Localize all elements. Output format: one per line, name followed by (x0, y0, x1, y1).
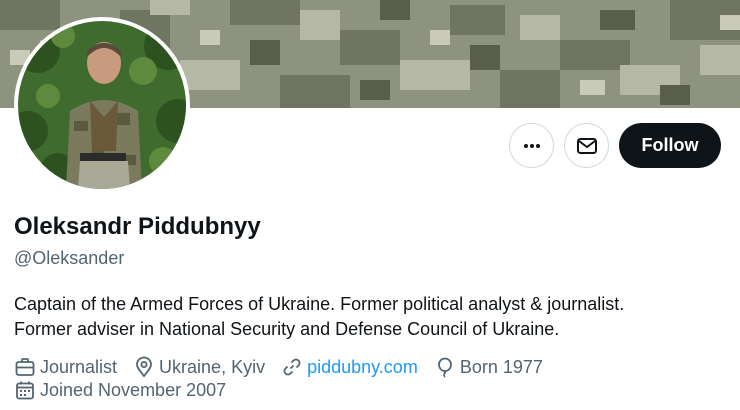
follow-button[interactable]: Follow (619, 123, 721, 168)
joined-item: Joined November 2007 (14, 379, 226, 401)
calendar-icon (16, 381, 34, 400)
location-text: Ukraine, Kyiv (159, 356, 266, 377)
profile-joined-row: Joined November 2007 (14, 379, 242, 401)
website-item: piddubny.com (281, 356, 418, 378)
profile-meta-row: Journalist Ukraine, Kyiv piddubny.com Bo… (14, 356, 559, 378)
profile-handle: @Oleksander (14, 248, 125, 268)
more-horizontal-icon (523, 143, 540, 148)
bio-line-2: Former adviser in National Security and … (14, 319, 560, 339)
website-link[interactable]: piddubny.com (307, 357, 418, 378)
profile-bio: Captain of the Armed Forces of Ukraine. … (14, 292, 714, 342)
profession-item: Journalist (14, 356, 117, 378)
avatar-frame[interactable] (14, 17, 190, 193)
more-options-button[interactable] (509, 123, 554, 168)
balloon-icon (437, 357, 452, 378)
profession-text: Journalist (40, 356, 118, 377)
message-button[interactable] (564, 123, 609, 168)
map-pin-icon (136, 356, 152, 378)
profile-name: Oleksandr Piddubnyy (14, 213, 261, 240)
born-item: Born 1977 (434, 356, 543, 378)
briefcase-icon (15, 358, 35, 376)
envelope-icon (576, 137, 597, 154)
avatar (18, 21, 186, 189)
link-icon (283, 358, 301, 376)
location-item: Ukraine, Kyiv (133, 356, 265, 378)
bio-line-1: Captain of the Armed Forces of Ukraine. … (14, 294, 625, 314)
born-text: Born 1977 (459, 356, 543, 377)
joined-text: Joined November 2007 (40, 379, 227, 400)
